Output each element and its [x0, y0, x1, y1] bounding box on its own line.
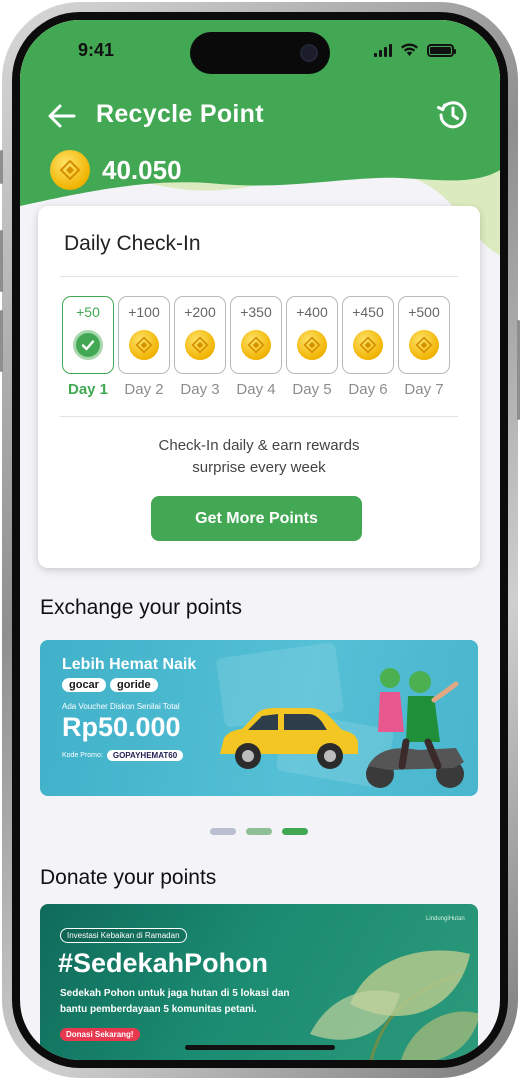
day-item-6: +450 Day 6	[342, 296, 394, 398]
brand-logo: LindungiHutan	[426, 916, 465, 922]
donate-banner[interactable]: Investasi Kebaikan di Ramadan LindungiHu…	[40, 904, 478, 1060]
coin-icon	[185, 330, 215, 360]
day-points: +100	[128, 304, 160, 320]
side-button-left-3	[0, 310, 3, 372]
scooter-illustration	[366, 668, 464, 788]
day-box-7[interactable]: +500	[398, 296, 450, 374]
coin-icon	[241, 330, 271, 360]
donate-tag: Investasi Kebaikan di Ramadan	[60, 928, 187, 943]
day-item-7: +500 Day 7	[398, 296, 450, 398]
leaf-illustration	[310, 950, 478, 1060]
day-box-4[interactable]: +350	[230, 296, 282, 374]
exchange-title: Exchange your points	[40, 596, 242, 619]
day-label: Day 4	[236, 381, 276, 398]
status-icons	[374, 43, 456, 57]
screen: 9:41 Recycle Point 40.050 Daily Check-In…	[20, 20, 500, 1060]
day-box-2[interactable]: +100	[118, 296, 170, 374]
day-points: +350	[240, 304, 272, 320]
day-points: +200	[184, 304, 216, 320]
pager-dot-1[interactable]	[210, 828, 236, 835]
checkin-days: +50 Day 1 +100 Day 2 +200 Day 3 +350 Day…	[62, 296, 458, 406]
daily-checkin-card: Daily Check-In +50 Day 1 +100 Day 2 +200…	[38, 206, 480, 568]
donate-line-1: Sedekah Pohon untuk jaga hutan di 5 loka…	[60, 988, 290, 999]
day-points: +450	[352, 304, 384, 320]
day-label: Day 5	[292, 381, 332, 398]
brand-pills: gocar goride	[62, 678, 158, 692]
day-label: Day 3	[180, 381, 220, 398]
gocar-pill: gocar	[62, 678, 106, 692]
pager-dot-2[interactable]	[246, 828, 272, 835]
day-points: +50	[76, 304, 100, 320]
side-button-left-2	[0, 230, 3, 292]
exchange-banner[interactable]: Lebih Hemat Naik gocar goride Ada Vouche…	[40, 640, 478, 796]
donate-now-button[interactable]: Donasi Sekarang!	[60, 1028, 140, 1041]
status-time: 9:41	[78, 40, 115, 60]
day-item-5: +400 Day 5	[286, 296, 338, 398]
balance-value: 40.050	[102, 154, 182, 185]
coin-icon	[353, 330, 383, 360]
day-label: Day 1	[67, 381, 109, 398]
promo-label: Kode Promo:	[62, 752, 103, 759]
donate-headline: #SedekahPohon	[58, 948, 269, 978]
coin-icon	[409, 330, 439, 360]
car-illustration	[220, 708, 358, 769]
battery-icon	[427, 43, 456, 57]
coin-icon	[50, 150, 90, 190]
promo-row: Kode Promo: GOPAYHEMAT60	[62, 750, 184, 761]
coin-icon	[297, 330, 327, 360]
dynamic-island	[190, 32, 330, 74]
signal-icon	[374, 43, 392, 57]
day-points: +500	[408, 304, 440, 320]
arrow-left-icon[interactable]	[46, 100, 78, 132]
day-label: Day 2	[124, 381, 164, 398]
day-label: Day 6	[348, 381, 388, 398]
history-clock-icon[interactable]	[436, 98, 470, 132]
description-line-2: surprise every week	[192, 459, 326, 476]
side-button-left-1	[0, 150, 3, 184]
top-bar: Recycle Point	[20, 98, 500, 138]
day-item-4: +350 Day 4	[230, 296, 282, 398]
get-more-points-button[interactable]: Get More Points	[151, 496, 362, 541]
checkin-title: Daily Check-In	[64, 232, 201, 255]
banner-headline: Lebih Hemat Naik	[62, 656, 197, 673]
description-line-1: Check-In daily & earn rewards	[158, 437, 360, 454]
camera-icon	[300, 44, 318, 62]
checkin-description: Check-In daily & earn rewards surprise e…	[38, 435, 480, 479]
day-points: +400	[296, 304, 328, 320]
day-item-3: +200 Day 3	[174, 296, 226, 398]
donate-title: Donate your points	[40, 866, 217, 889]
day-box-5[interactable]: +400	[286, 296, 338, 374]
status-bar: 9:41	[20, 20, 500, 80]
day-box-3[interactable]: +200	[174, 296, 226, 374]
divider	[60, 276, 458, 277]
coin-icon	[129, 330, 159, 360]
banner-amount: Rp50.000	[62, 712, 181, 742]
day-label: Day 7	[404, 381, 444, 398]
wifi-icon	[401, 43, 418, 56]
page-title: Recycle Point	[96, 100, 264, 128]
day-box-6[interactable]: +450	[342, 296, 394, 374]
checkmark-icon	[73, 330, 103, 360]
day-item-1: +50 Day 1	[62, 296, 114, 398]
pager-dot-3[interactable]	[282, 828, 308, 835]
banner-pager	[210, 828, 310, 836]
points-balance: 40.050	[50, 150, 182, 190]
goride-pill: goride	[109, 678, 158, 692]
day-item-2: +100 Day 2	[118, 296, 170, 398]
home-indicator[interactable]	[185, 1045, 335, 1050]
divider	[60, 416, 458, 417]
donate-line-2: bantu pemberdayaan 5 komunitas petani.	[60, 1004, 257, 1015]
day-box-1[interactable]: +50	[62, 296, 114, 374]
banner-subtext: Ada Voucher Diskon Senilai Total	[62, 702, 180, 711]
promo-code: GOPAYHEMAT60	[106, 750, 184, 761]
